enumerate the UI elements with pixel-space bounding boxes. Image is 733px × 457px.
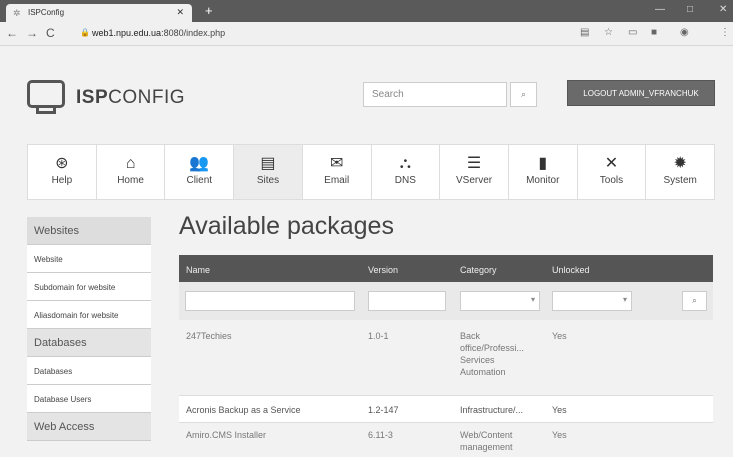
bookmark-star-icon[interactable]: ☆ bbox=[604, 27, 613, 38]
terminal-extension-icon[interactable]: ■ bbox=[651, 27, 657, 38]
search-button[interactable]: ⌕ bbox=[510, 82, 537, 107]
search-icon: ⌕ bbox=[520, 89, 527, 99]
package-name[interactable]: Amiro.CMS Installer bbox=[186, 429, 266, 441]
menu-icon[interactable]: ⋮ bbox=[720, 27, 730, 38]
sidebar-item-subdomain[interactable]: Subdomain for website bbox=[27, 273, 151, 301]
packages-table: Name Version Category Unlocked ⌕ 247Tech… bbox=[179, 255, 713, 457]
forward-icon[interactable]: → bbox=[26, 26, 38, 40]
package-version: 1.2-147 bbox=[368, 405, 399, 415]
filter-name-input[interactable] bbox=[185, 291, 355, 311]
maximize-icon[interactable]: □ bbox=[687, 4, 693, 15]
page-title: Available packages bbox=[179, 212, 394, 240]
column-version[interactable]: Version bbox=[368, 265, 398, 275]
email-icon: ✉ bbox=[329, 155, 344, 172]
tab-title: ISPConfig bbox=[28, 8, 65, 17]
module-vserver[interactable]: ☰ VServer bbox=[440, 145, 509, 199]
table-row[interactable]: Acronis Backup as a Service 1.2-147 Infr… bbox=[179, 396, 713, 423]
sidebar-item-databases[interactable]: Databases bbox=[27, 357, 151, 385]
lock-icon: 🔒 bbox=[80, 28, 90, 37]
filter-search-button[interactable]: ⌕ bbox=[682, 291, 707, 311]
table-row[interactable]: 247Techies 1.0-1 Back office/Professi...… bbox=[179, 320, 713, 396]
dns-icon: ⛬ bbox=[399, 155, 411, 172]
module-system[interactable]: ✹ System bbox=[646, 145, 714, 199]
sidebar-item-database-users[interactable]: Database Users bbox=[27, 385, 151, 413]
filter-unlocked-select[interactable] bbox=[552, 291, 632, 311]
table-row[interactable]: Amiro.CMS Installer 6.11-3 Web/Content m… bbox=[179, 423, 713, 457]
sidebar-item-aliasdomain[interactable]: Aliasdomain for website bbox=[27, 301, 151, 329]
back-icon[interactable]: ← bbox=[6, 26, 18, 40]
package-unlocked: Yes bbox=[552, 405, 567, 415]
search-icon: ⌕ bbox=[692, 296, 697, 305]
monitor-icon: ▮ bbox=[538, 155, 548, 172]
column-category[interactable]: Category bbox=[460, 265, 497, 275]
search-input[interactable]: Search bbox=[363, 82, 507, 107]
table-header: Name Version Category Unlocked bbox=[179, 255, 713, 282]
reload-icon[interactable]: C bbox=[46, 26, 55, 40]
url-field[interactable]: web1.npu.edu.ua:8080/index.php bbox=[92, 28, 225, 38]
module-home[interactable]: ⌂ Home bbox=[97, 145, 166, 199]
sites-icon: ▤ bbox=[260, 155, 276, 172]
module-dns[interactable]: ⛬ DNS bbox=[372, 145, 441, 199]
address-bar: ← → C 🔒 web1.npu.edu.ua:8080/index.php ▤… bbox=[0, 22, 733, 46]
extension-icon[interactable]: ▭ bbox=[628, 27, 637, 38]
translate-icon[interactable]: ▤ bbox=[580, 27, 589, 38]
package-category: Web/Content management bbox=[460, 430, 513, 452]
system-icon: ✹ bbox=[673, 155, 687, 172]
sidebar-item-website[interactable]: Website bbox=[27, 245, 151, 273]
package-version: 1.0-1 bbox=[368, 331, 389, 341]
sidebar: Websites Website Subdomain for website A… bbox=[27, 217, 151, 441]
ispconfig-favicon-icon: ✲ bbox=[13, 8, 21, 18]
column-unlocked[interactable]: Unlocked bbox=[552, 265, 590, 275]
module-email[interactable]: ✉ Email bbox=[303, 145, 372, 199]
browser-titlebar: ✲ ISPConfig ✕ + — □ ✕ bbox=[0, 0, 733, 22]
package-unlocked: Yes bbox=[552, 331, 567, 341]
package-unlocked: Yes bbox=[552, 430, 567, 440]
module-tools[interactable]: ✕ Tools bbox=[578, 145, 647, 199]
filter-version-input[interactable] bbox=[368, 291, 446, 311]
filter-category-select[interactable] bbox=[460, 291, 540, 311]
window-close-icon[interactable]: ✕ bbox=[719, 4, 727, 15]
vserver-icon: ☰ bbox=[466, 155, 482, 172]
new-tab-icon[interactable]: + bbox=[205, 3, 213, 18]
sidebar-section-web-access: Web Access bbox=[27, 413, 151, 441]
home-icon: ⌂ bbox=[125, 155, 136, 172]
client-icon: 👥 bbox=[189, 155, 210, 172]
sidebar-section-websites: Websites bbox=[27, 217, 151, 245]
package-name[interactable]: 247Techies bbox=[186, 330, 232, 342]
logo-text: ISPCONFIG bbox=[76, 87, 186, 108]
module-sites[interactable]: ▤ Sites bbox=[234, 145, 303, 199]
package-category: Back office/Professi... Services Automat… bbox=[460, 331, 524, 377]
package-category: Infrastructure/... bbox=[460, 405, 524, 415]
package-name[interactable]: Acronis Backup as a Service bbox=[186, 404, 301, 416]
module-nav: ⊛ Help ⌂ Home 👥 Client ▤ Sites ✉ Email ⛬ DNS ☰… bbox=[27, 144, 715, 200]
tools-icon: ✕ bbox=[604, 155, 619, 172]
logout-button[interactable]: LOGOUT ADMIN_VFRANCHUK bbox=[567, 80, 715, 106]
profile-icon[interactable]: ◉ bbox=[680, 27, 689, 38]
sidebar-section-databases: Databases bbox=[27, 329, 151, 357]
column-name[interactable]: Name bbox=[186, 265, 210, 275]
close-tab-icon[interactable]: ✕ bbox=[176, 7, 184, 18]
module-monitor[interactable]: ▮ Monitor bbox=[509, 145, 578, 199]
minimize-icon[interactable]: — bbox=[655, 4, 665, 15]
ispconfig-logo-icon bbox=[27, 80, 65, 114]
filter-row: ⌕ bbox=[179, 282, 713, 320]
help-icon: ⊛ bbox=[55, 155, 69, 172]
package-version: 6.11-3 bbox=[368, 430, 393, 440]
module-client[interactable]: 👥 Client bbox=[165, 145, 235, 199]
module-help[interactable]: ⊛ Help bbox=[28, 145, 97, 199]
browser-tab[interactable]: ✲ ISPConfig ✕ bbox=[6, 4, 192, 22]
